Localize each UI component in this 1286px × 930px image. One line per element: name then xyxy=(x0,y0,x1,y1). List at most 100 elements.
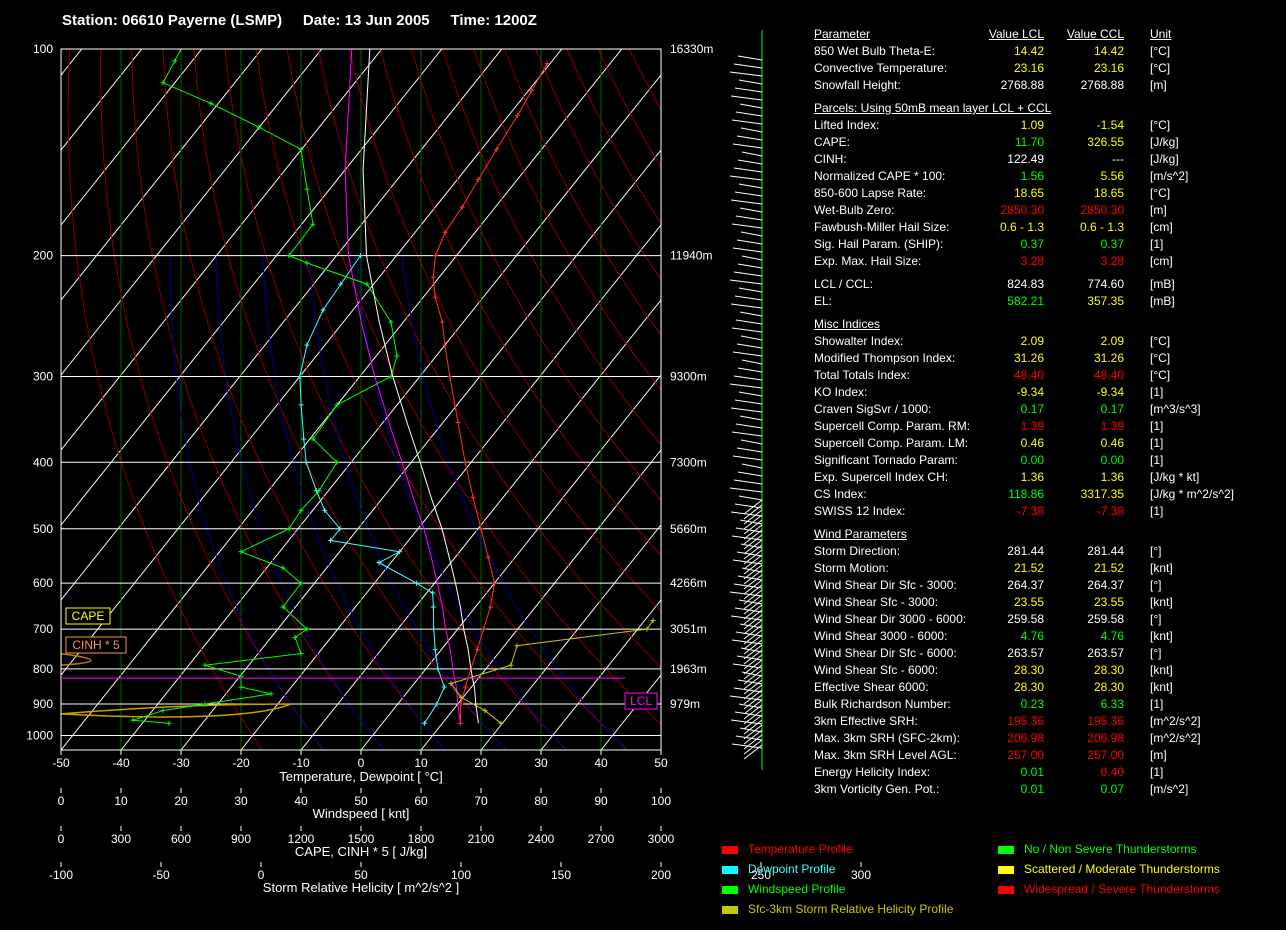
value-lcl: 0.23 xyxy=(1020,697,1044,711)
windspeed-axis-title: Windspeed [ knt] xyxy=(313,806,410,821)
parameter-row: Showalter Index: 2.09 2.09 [°C] xyxy=(814,333,1274,350)
parameter-row: Storm Direction: 281.44 281.44 [°] xyxy=(814,543,1274,560)
parameter-row: Fawbush-Miller Hail Size: 0.6 - 1.3 0.6 - … xyxy=(814,219,1274,236)
wind-barb xyxy=(734,191,763,197)
windspeed-profile-point xyxy=(304,186,310,192)
parameter-label: Convective Temperature: xyxy=(814,61,948,75)
value-ccl: 0.07 xyxy=(1100,782,1124,796)
parameter-unit: [1] xyxy=(1150,453,1164,467)
parameter-unit: [J/kg] xyxy=(1150,135,1179,149)
cape-axis-tick-label: 300 xyxy=(111,832,131,846)
legend-swatch xyxy=(998,885,1014,894)
value-lcl: 23.55 xyxy=(1013,595,1044,609)
temperature-profile-point xyxy=(481,626,487,632)
parameter-label: Max. 3km SRH Level AGL: xyxy=(814,748,957,762)
value-ccl: 259.58 xyxy=(1087,612,1124,626)
parameter-row: Supercell Comp. Param. RM: 1.39 1.39 [1] xyxy=(814,418,1274,435)
value-lcl: 0.46 xyxy=(1020,436,1044,450)
parameter-label: 3km Effective SRH: xyxy=(814,714,918,728)
dewpoint-profile-point xyxy=(304,342,310,348)
value-lcl: 1.56 xyxy=(1020,169,1044,183)
value-lcl: 28.30 xyxy=(1013,663,1044,677)
legend-swatch xyxy=(722,905,738,914)
parameter-label: 850-600 Lapse Rate: xyxy=(814,186,927,200)
legend-item: No / Non Severe Thunderstorms xyxy=(998,840,1197,858)
windspeed-profile-point xyxy=(388,319,394,325)
parameter-label: Wind Shear Dir 3000 - 6000: xyxy=(814,612,967,626)
dewpoint-profile-point xyxy=(303,459,309,465)
value-lcl: 11.70 xyxy=(1014,135,1044,149)
wind-barb xyxy=(738,391,763,397)
cape-axis-tick-label: 2700 xyxy=(588,832,615,846)
value-ccl: -7.38 xyxy=(1096,504,1124,518)
parameter-row: Max. 3km SRH (SFC-2km): 206.98 206.98 [m^2/… xyxy=(814,730,1274,747)
parameter-label: Showalter Index: xyxy=(814,334,904,348)
value-ccl: 263.57 xyxy=(1087,646,1124,660)
parameter-unit: [°C] xyxy=(1150,118,1171,132)
cape-box-label-text: CAPE xyxy=(72,609,105,623)
legend-item: Sfc-3km Storm Relative Helicity Profile xyxy=(722,900,953,918)
parameter-label: CS Index: xyxy=(814,487,867,501)
parameter-label: Total Totals Index: xyxy=(814,368,910,382)
section-heading: Misc Indices xyxy=(814,316,1274,333)
wind-barb xyxy=(735,215,763,221)
parameter-unit: [m] xyxy=(1150,78,1167,92)
temperature-profile-point xyxy=(457,720,463,726)
height-tick-label: 979m xyxy=(670,697,700,711)
value-lcl: 824.83 xyxy=(1007,277,1044,291)
wind-barb xyxy=(738,287,763,293)
wind-barb xyxy=(735,111,763,117)
temperature-axis-tick-label: -50 xyxy=(52,756,70,770)
isotherm-line xyxy=(120,74,661,750)
wind-barb xyxy=(740,127,763,133)
windspeed-profile-point xyxy=(172,58,178,64)
temperature-profile-point xyxy=(432,253,438,259)
temperature-profile-point xyxy=(462,684,468,690)
wind-barb xyxy=(731,431,763,437)
pressure-tick-label: 500 xyxy=(33,522,53,536)
parameter-row: Craven SigSvr / 1000: 0.17 0.17 [m^3/s^3] xyxy=(814,401,1274,418)
temperature-profile-point xyxy=(462,459,468,465)
value-ccl: -1.54 xyxy=(1096,118,1124,132)
value-lcl: 1.36 xyxy=(1020,470,1044,484)
value-lcl: 259.58 xyxy=(1007,612,1044,626)
height-tick-label: 9300m xyxy=(670,370,707,384)
cape-axis-title: CAPE, CINH * 5 [ J/kg] xyxy=(295,844,427,859)
parameter-unit: [J/kg * kt] xyxy=(1150,470,1200,484)
dewpoint-profile-point xyxy=(298,402,304,408)
value-ccl: 2.09 xyxy=(1100,334,1124,348)
wind-barb xyxy=(737,159,763,165)
value-ccl: 6.33 xyxy=(1100,697,1124,711)
cape-axis: 0 300 600 900 1200 1500 1800 2100 2400 2700 3000CA… xyxy=(58,826,675,859)
dewpoint-profile-point xyxy=(430,604,436,610)
pressure-tick-label: 700 xyxy=(33,622,53,636)
parameter-label: Wet-Bulb Zero: xyxy=(814,203,895,217)
height-tick-label: 5660m xyxy=(670,522,707,536)
value-ccl: 326.55 xyxy=(1087,135,1124,149)
wind-barb xyxy=(739,207,763,213)
parameter-label: Storm Direction: xyxy=(814,544,901,558)
value-lcl: 4.76 xyxy=(1020,629,1044,643)
value-lcl: 195.36 xyxy=(1007,714,1044,728)
wind-barb-column xyxy=(729,30,763,770)
temperature-profile-point xyxy=(475,177,481,183)
isotherm-line xyxy=(180,149,661,750)
value-ccl: 2768.88 xyxy=(1080,78,1124,92)
parameter-unit: [°] xyxy=(1150,612,1162,626)
section-heading: Parcels: Using 50mB mean layer LCL + CCL xyxy=(814,100,1274,117)
wind-barb xyxy=(736,135,763,141)
parameter-label: Snowfall Height: xyxy=(814,78,901,92)
srh-axis-title: Storm Relative Helicity [ m^2/s^2 ] xyxy=(263,880,459,895)
srh-axis-tick-label: -50 xyxy=(152,868,170,882)
value-ccl: 48.40 xyxy=(1093,368,1124,382)
temperature-axis-tick-label: -40 xyxy=(112,756,130,770)
legend-label: Sfc-3km Storm Relative Helicity Profile xyxy=(748,902,954,916)
value-lcl: 23.16 xyxy=(1013,61,1044,75)
value-ccl: 23.55 xyxy=(1093,595,1124,609)
windspeed-axis-tick-label: 20 xyxy=(174,794,188,808)
dry-adiabat xyxy=(100,49,324,750)
temperature-profile-point xyxy=(515,113,521,119)
temperature-axis-tick-label: 50 xyxy=(654,756,668,770)
wind-barb xyxy=(741,359,763,365)
parameter-label: Significant Tornado Param: xyxy=(814,453,958,467)
